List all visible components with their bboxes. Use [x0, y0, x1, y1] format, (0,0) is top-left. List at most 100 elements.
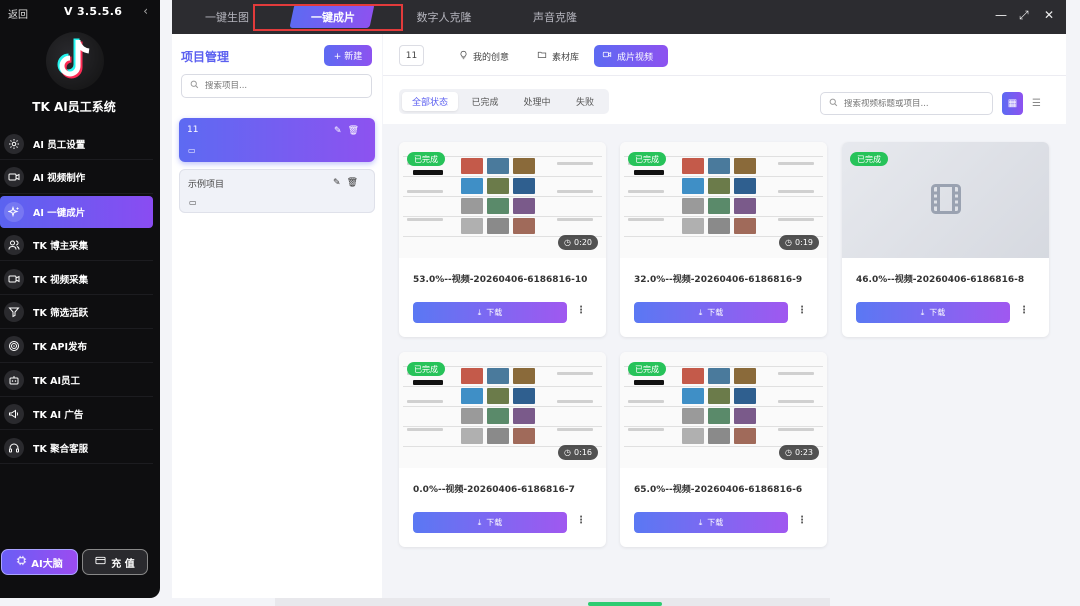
filter-failed[interactable]: 失败: [565, 92, 605, 111]
filter-processing[interactable]: 处理中: [512, 92, 562, 111]
sidebar-item-ai-one-click-video[interactable]: AI 一键成片: [0, 195, 153, 228]
recharge-label: 充 值: [111, 558, 135, 570]
video-thumbnail[interactable]: 已完成 ◷ 0:16: [399, 352, 606, 468]
tab-voice-clone[interactable]: 声音克隆: [510, 0, 600, 34]
status-filter-group: 全部状态 已完成 处理中 失败: [399, 89, 609, 114]
video-thumbnail[interactable]: 已完成 ◷ 0:19: [620, 142, 827, 258]
film-icon: [928, 181, 964, 220]
sidebar-item-label: TK API发布: [33, 342, 87, 354]
recharge-button[interactable]: 充 值: [82, 549, 148, 575]
video-card: 已完成 46.0%--视频-20260406-6186816-8 ⤓ 下载 ⋮: [842, 142, 1049, 337]
material-library-button[interactable]: 素材库: [529, 45, 587, 67]
sidebar-item-label: TK 博主采集: [33, 240, 89, 252]
clock-icon: ◷: [785, 238, 793, 247]
sidebar-item-tk-video-collect[interactable]: TK 视频采集: [0, 263, 153, 296]
project-search-input[interactable]: [205, 81, 355, 91]
download-button[interactable]: ⤓ 下载: [634, 512, 788, 533]
tiktok-logo-icon: [46, 32, 104, 90]
trash-icon[interactable]: 🗑: [347, 178, 364, 188]
video-card: 已完成 ◷ 0:23 65.0%--视频-20260406-6186816-6 ⤓…: [620, 352, 827, 547]
sidebar-item-ai-staff-settings[interactable]: AI 员工设置: [0, 128, 153, 160]
more-options-icon[interactable]: ⋮: [1019, 305, 1029, 316]
more-options-icon[interactable]: ⋮: [797, 305, 807, 316]
project-search-box: [181, 74, 372, 98]
final-videos-button[interactable]: 成片视频: [594, 45, 668, 67]
project-item[interactable]: 示例项目 ✎🗑 ▭: [179, 169, 375, 213]
download-button[interactable]: ⤓ 下载: [634, 302, 788, 323]
more-options-icon[interactable]: ⋮: [576, 515, 586, 526]
megaphone-icon: [4, 403, 24, 424]
edit-icon[interactable]: ✎: [333, 178, 347, 188]
video-title: 0.0%--视频-20260406-6186816-7: [413, 485, 575, 495]
video-grid: 已完成 ◷ 0:20 53.0%--视频-20260406-6186816-10 …: [383, 130, 1066, 598]
video-thumbnail[interactable]: 已完成: [842, 142, 1049, 258]
duration-text: 0:20: [574, 238, 592, 247]
video-search-input[interactable]: [844, 98, 984, 109]
ai-brain-button[interactable]: AI大脑: [1, 549, 78, 575]
highlight-box: [253, 4, 403, 31]
clock-icon: ◷: [785, 448, 793, 457]
video-thumbnail[interactable]: 已完成 ◷ 0:23: [620, 352, 827, 468]
sidebar-item-ai-video-making[interactable]: AI 视频制作: [0, 162, 153, 194]
status-badge: 已完成: [850, 152, 888, 166]
project-name: 11: [187, 125, 199, 135]
grid-view-icon[interactable]: ▦: [1002, 92, 1023, 115]
more-options-icon[interactable]: ⋮: [576, 305, 586, 316]
project-item[interactable]: 11 ✎🗑 ▭: [179, 118, 375, 162]
download-label: 下载: [486, 518, 503, 527]
top-tab-bar: 一键生图 一键成片 数字人克隆 声音克隆 — ⤢ ✕: [172, 0, 1066, 34]
sidebar-item-label: AI 一键成片: [33, 207, 86, 219]
minimize-icon[interactable]: —: [995, 8, 1007, 22]
duration-badge: ◷ 0:19: [779, 235, 819, 250]
new-project-button[interactable]: + 新建: [324, 45, 372, 66]
sidebar-item-tk-api-publish[interactable]: TK API发布: [0, 331, 153, 363]
robot-icon: [4, 370, 24, 391]
download-label: 下载: [707, 518, 724, 527]
video-card: 已完成 ◷ 0:19 32.0%--视频-20260406-6186816-9 ⤓…: [620, 142, 827, 337]
download-button[interactable]: ⤓ 下载: [413, 512, 567, 533]
maximize-icon[interactable]: ⤢: [1019, 8, 1029, 23]
sidebar-item-tk-filter-active[interactable]: TK 筛选活跃: [0, 297, 153, 329]
download-button[interactable]: ⤓ 下载: [413, 302, 567, 323]
sidebar-item-tk-ai-staff[interactable]: TK AI员工: [0, 365, 153, 397]
trash-icon[interactable]: 🗑: [348, 126, 365, 136]
sparkles-icon: [4, 201, 24, 222]
tab-digital-human-clone[interactable]: 数字人克隆: [400, 0, 488, 34]
project-id-chip[interactable]: 11: [399, 45, 424, 66]
duration-text: 0:19: [795, 238, 813, 247]
sidebar-item-label: TK 视频采集: [33, 274, 89, 286]
video-title: 46.0%--视频-20260406-6186816-8: [856, 275, 1025, 285]
content-toolbar: 11 我的创意 素材库 成片视频: [383, 34, 1066, 76]
download-icon: ⤓: [477, 307, 482, 317]
sidebar-item-tk-blogger-collect[interactable]: TK 博主采集: [0, 229, 153, 262]
sidebar-item-tk-ai-ads[interactable]: TK AI 广告: [0, 398, 153, 431]
ai-brain-label: AI大脑: [31, 558, 63, 570]
duration-text: 0:16: [574, 448, 592, 457]
target-icon: [4, 336, 24, 357]
download-button[interactable]: ⤓ 下载: [856, 302, 1010, 323]
filter-all[interactable]: 全部状态: [402, 92, 458, 111]
project-actions: ✎🗑: [334, 126, 365, 136]
download-icon: ⤓: [698, 517, 703, 527]
list-view-icon[interactable]: ☰: [1026, 92, 1047, 115]
more-options-icon[interactable]: ⋮: [797, 515, 807, 526]
bottom-indicator: [588, 602, 662, 606]
sidebar-item-label: AI 员工设置: [33, 139, 86, 151]
collapse-chevron-icon[interactable]: ‹: [143, 4, 148, 18]
chip-icon: [16, 555, 27, 569]
sidebar-item-label: TK 聚合客服: [33, 443, 89, 455]
calendar-icon: ▭: [189, 198, 197, 207]
video-search-box: [820, 92, 993, 115]
close-icon[interactable]: ✕: [1044, 8, 1054, 22]
my-ideas-button[interactable]: 我的创意: [451, 45, 517, 67]
headset-icon: [4, 437, 24, 458]
edit-icon[interactable]: ✎: [334, 126, 348, 136]
video-card: 已完成 ◷ 0:20 53.0%--视频-20260406-6186816-10 …: [399, 142, 606, 337]
back-link[interactable]: 返回: [8, 6, 28, 21]
card-icon: [95, 555, 106, 569]
download-icon: ⤓: [477, 517, 482, 527]
filter-completed[interactable]: 已完成: [461, 92, 509, 111]
sidebar-item-tk-customer-service[interactable]: TK 聚合客服: [0, 432, 153, 465]
video-thumbnail[interactable]: 已完成 ◷ 0:20: [399, 142, 606, 258]
project-name: 示例项目: [188, 180, 225, 190]
